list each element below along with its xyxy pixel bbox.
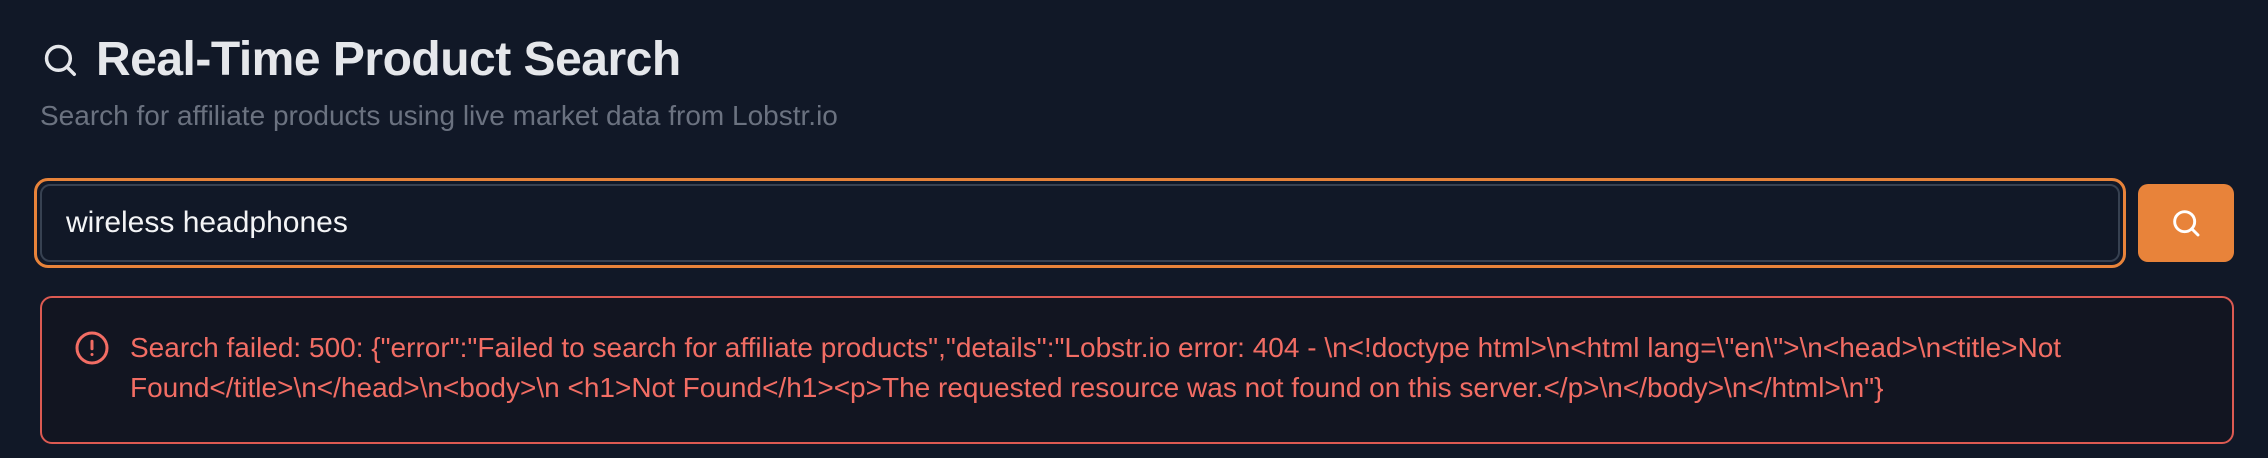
search-button[interactable] <box>2138 184 2234 262</box>
alert-circle-icon <box>74 330 110 366</box>
search-bar <box>34 178 2234 268</box>
search-input-focus-ring <box>34 178 2126 268</box>
error-message: Search failed: 500: {"error":"Failed to … <box>130 332 2062 403</box>
error-alert: Search failed: 500: {"error":"Failed to … <box>40 296 2234 444</box>
page-header: Real-Time Product Search Search for affi… <box>40 30 2220 134</box>
page-title: Real-Time Product Search <box>96 33 681 86</box>
search-input[interactable] <box>40 184 2120 262</box>
search-icon <box>40 40 80 80</box>
title-row: Real-Time Product Search <box>40 30 2220 90</box>
search-icon <box>2170 207 2202 239</box>
page-subtitle: Search for affiliate products using live… <box>40 100 838 131</box>
